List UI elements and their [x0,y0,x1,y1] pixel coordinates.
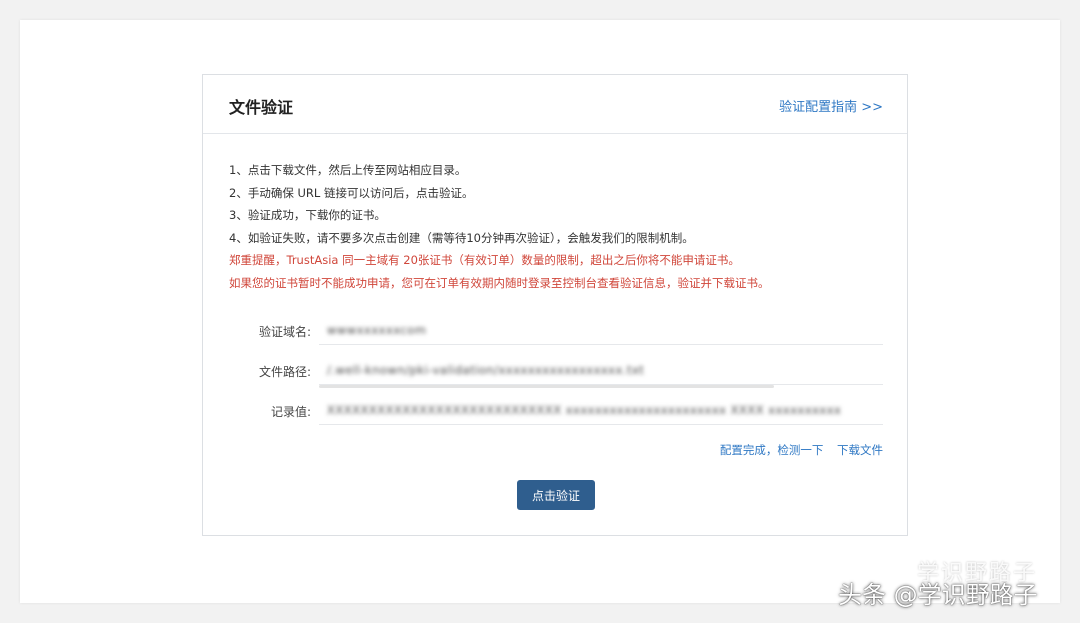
warning-text: 如果您的证书暂时不能成功申请，您可在订单有效期内随时登录至控制台查看验证信息，验… [229,275,770,290]
card-title: 文件验证 [229,98,294,117]
download-file-link[interactable]: 下载文件 [837,443,883,457]
path-label: 文件路径: [258,365,311,379]
path-value: /.well-known/pki-validation/xxxxxxxxxxxx… [327,363,645,377]
path-value-field[interactable]: /.well-known/pki-validation/xxxxxxxxxxxx… [319,358,883,388]
domain-row: 验证域名: wwwxxxxxxcom [203,323,907,363]
file-verification-card: 文件验证 验证配置指南 >> 1、点击下载文件，然后上传至网站相应目录。 2、手… [202,74,908,536]
instruction-step: 2、手动确保 URL 链接可以访问后，点击验证。 [229,185,474,200]
instructions: 1、点击下载文件，然后上传至网站相应目录。 2、手动确保 URL 链接可以访问后… [229,159,770,294]
card-header: 文件验证 验证配置指南 >> [203,75,907,134]
watermark: 头条 @学识野路子 [838,581,1038,609]
record-label: 记录值: [270,405,311,419]
domain-label: 验证域名: [258,325,311,339]
record-value-field[interactable]: XXXXXXXXXXXXXXXXXXXXXXXXXXXX xxxxxxxxxxx… [319,398,883,425]
path-row: 文件路径: /.well-known/pki-validation/xxxxxx… [203,363,907,403]
domain-value-field[interactable]: wwwxxxxxxcom [319,318,883,345]
field-actions: 配置完成，检测一下 下载文件 [710,442,883,458]
warning-text: 郑重提醒，TrustAsia 同一主域有 20张证书（有效订单）数量的限制，超出… [229,253,740,267]
instruction-step: 4、如验证失败，请不要多次点击创建（需等待10分钟再次验证），会触发我们的限制机… [229,230,694,245]
verification-guide-link[interactable]: 验证配置指南 >> [779,96,883,115]
verify-button[interactable]: 点击验证 [517,480,595,510]
record-value: XXXXXXXXXXXXXXXXXXXXXXXXXXXX xxxxxxxxxxx… [327,403,842,417]
instruction-step: 3、验证成功，下载你的证书。 [229,208,386,222]
horizontal-scrollbar[interactable] [319,385,774,388]
wechat-icon [880,561,904,580]
configured-check-link[interactable]: 配置完成，检测一下 [720,443,824,457]
instruction-step: 1、点击下载文件，然后上传至网站相应目录。 [229,163,467,177]
domain-value: wwwxxxxxxcom [327,323,427,337]
record-row: 记录值: XXXXXXXXXXXXXXXXXXXXXXXXXXXX xxxxxx… [203,403,907,443]
